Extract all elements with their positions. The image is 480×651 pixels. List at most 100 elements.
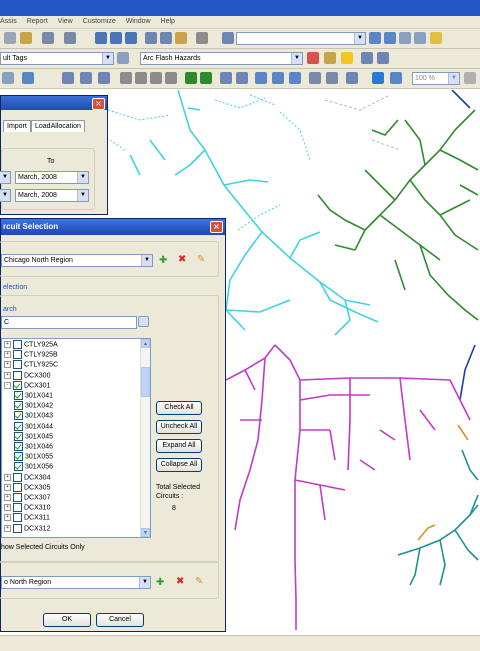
search-input[interactable]: C [1, 316, 137, 329]
close-icon[interactable]: × [210, 221, 223, 233]
expand-icon[interactable]: + [4, 514, 11, 522]
tree-item[interactable]: + DCX312 [4, 523, 50, 534]
scroll-thumb[interactable] [141, 367, 150, 397]
tree-item[interactable]: + DCX310 [4, 503, 50, 513]
collapse-all-button[interactable]: Collapse All [156, 458, 202, 472]
chevron-down-icon[interactable]: ▼ [77, 190, 88, 201]
tree-item[interactable]: + DCX305 [4, 482, 50, 493]
tree-item[interactable]: 301X056 [14, 462, 53, 472]
tree-item[interactable]: + DCX304 [4, 472, 50, 483]
tree-item-checkbox[interactable] [14, 452, 23, 462]
expand-icon[interactable]: + [4, 483, 11, 491]
tree-item[interactable]: 301X044 [14, 421, 53, 432]
chevron-down-icon[interactable]: ▼ [0, 190, 10, 201]
globe-icon[interactable] [372, 72, 384, 84]
bar-icon[interactable] [150, 72, 162, 84]
menu-assist[interactable]: Assis [0, 18, 17, 25]
menu-report[interactable]: Report [27, 18, 48, 25]
network-icon[interactable] [272, 72, 284, 84]
tree-item-checkbox[interactable] [13, 360, 22, 370]
chevron-down-icon[interactable]: ▼ [102, 53, 113, 64]
cancel-button[interactable]: Cancel [96, 613, 144, 627]
menu-view[interactable]: View [58, 18, 73, 25]
tree-item-checkbox[interactable] [14, 442, 23, 451]
chevron-down-icon[interactable]: ▼ [354, 33, 365, 44]
tree-item-checkbox[interactable] [14, 431, 23, 441]
layer-combo[interactable]: Arc Flash Hazards ▼ [140, 52, 303, 65]
tree-item[interactable]: + DCX311 [4, 513, 50, 523]
edit-icon[interactable] [324, 52, 336, 64]
tree-item-checkbox[interactable] [14, 411, 23, 421]
pencil-icon[interactable]: ✎ [195, 577, 203, 587]
expand-icon[interactable]: + [4, 504, 11, 512]
tree-item-checkbox[interactable] [14, 421, 23, 431]
menu-window[interactable]: Window [126, 18, 151, 25]
chevron-down-icon[interactable]: ▼ [139, 577, 150, 588]
zoom-in-icon[interactable] [110, 32, 122, 44]
check-all-button[interactable]: Check All [156, 401, 202, 415]
expand-icon[interactable]: + [4, 473, 11, 481]
select-icon[interactable] [2, 72, 14, 84]
network-icon[interactable] [255, 72, 267, 84]
print-icon[interactable] [196, 32, 208, 44]
tree-item-checkbox[interactable] [13, 523, 22, 533]
tree-item[interactable]: - DCX301 [4, 380, 50, 391]
bus-icon[interactable] [62, 72, 74, 84]
expand-icon[interactable]: + [4, 494, 11, 501]
add-icon[interactable]: ✚ [156, 578, 164, 588]
list-icon[interactable] [222, 32, 234, 44]
grid-icon[interactable] [145, 32, 157, 44]
tree-item[interactable]: + CTLY925A [4, 340, 58, 350]
flash-icon[interactable] [307, 52, 319, 64]
bar-icon[interactable] [165, 72, 177, 84]
transformer-icon[interactable] [309, 72, 321, 84]
arrow-icon[interactable] [4, 32, 16, 44]
tree-item[interactable]: 301X042 [14, 401, 53, 411]
find-icon[interactable] [369, 32, 381, 44]
menu-customize[interactable]: Customize [83, 18, 116, 25]
menu-help[interactable]: Help [161, 18, 175, 25]
chevron-down-icon[interactable]: ▼ [77, 172, 88, 183]
tree-item-checkbox[interactable] [13, 482, 22, 492]
tree-item-checkbox[interactable] [13, 350, 22, 360]
tree-item-checkbox[interactable] [13, 340, 22, 349]
tree-item-checkbox[interactable] [14, 462, 23, 472]
expand-icon[interactable]: + [4, 341, 11, 348]
tree-item-checkbox[interactable] [14, 401, 23, 411]
from-date-combo[interactable]: ▼ [0, 189, 11, 202]
more-icon[interactable] [464, 72, 476, 84]
redo-icon[interactable] [64, 32, 76, 44]
add-icon[interactable]: ✚ [159, 256, 167, 266]
tree-item[interactable]: 301X045 [14, 431, 53, 442]
address-combo[interactable]: ▼ [236, 32, 366, 45]
from-date-combo[interactable]: ▼ [0, 171, 11, 184]
delete-icon[interactable]: ✖ [178, 255, 186, 265]
scroll-down-icon[interactable]: ▼ [141, 528, 150, 537]
bar-icon[interactable] [135, 72, 147, 84]
tree-item-checkbox[interactable] [13, 472, 22, 482]
tree-item-checkbox[interactable] [13, 513, 22, 523]
tree-item[interactable]: 301X043 [14, 411, 53, 421]
arrow-right-icon[interactable] [185, 72, 197, 84]
scroll-up-icon[interactable]: ▲ [141, 339, 150, 348]
tags-combo[interactable]: ult Tags ▼ [0, 52, 114, 65]
chevron-down-icon[interactable]: ▼ [448, 73, 459, 84]
to-date-combo-1[interactable]: March, 2008 ▼ [15, 171, 89, 184]
tab-load-allocation[interactable]: LoadAllocation [31, 120, 85, 132]
circuit-tree[interactable]: ▲ ▼ + CTLY925A + CTLY925B + CTLY925C + DCX300 - D… [1, 338, 151, 538]
tree-item[interactable]: + DCX300 [4, 370, 50, 381]
tree-item[interactable]: 301X046 [14, 442, 53, 452]
chevron-down-icon[interactable]: ▼ [0, 172, 10, 183]
fit-icon[interactable] [390, 72, 402, 84]
bar-icon[interactable] [120, 72, 132, 84]
close-icon[interactable]: × [92, 98, 105, 110]
zoom-combo[interactable]: 100 % ▼ [412, 72, 460, 85]
layers-icon[interactable] [384, 32, 396, 44]
pencil-icon[interactable] [430, 32, 442, 44]
tree-item[interactable]: 301X055 [14, 452, 53, 462]
play-icon[interactable] [20, 32, 32, 44]
warning-icon[interactable] [341, 52, 353, 64]
expand-icon[interactable]: + [4, 371, 11, 379]
open-icon[interactable] [117, 52, 129, 64]
measure-icon[interactable] [414, 32, 426, 44]
